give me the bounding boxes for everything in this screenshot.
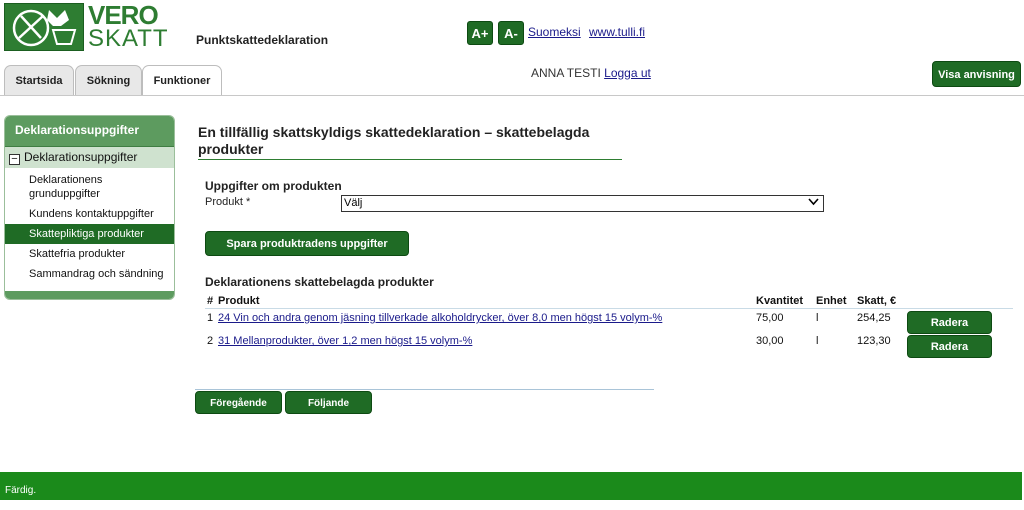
table-header-divider (205, 308, 1013, 309)
col-header-quantity: Kvantitet (756, 295, 804, 307)
col-header-num: # (207, 295, 214, 307)
status-bar: Färdig. (0, 472, 1022, 500)
logo-wordmark: VERO SKATT (88, 0, 169, 52)
row-1-unit: l (816, 312, 819, 324)
logo-emblem-icon (4, 3, 84, 51)
row-1-delete-button[interactable]: Radera (907, 311, 992, 334)
row-2-delete-button[interactable]: Radera (907, 335, 992, 358)
previous-button[interactable]: Föregående (195, 391, 282, 414)
save-product-button[interactable]: Spara produktradens uppgifter (205, 231, 409, 256)
page-title: En tillfällig skattskyldigs skattedeklar… (198, 124, 590, 157)
product-select-value: Välj (344, 197, 363, 209)
col-header-tax: Skatt, € (857, 295, 897, 307)
font-decrease-button[interactable]: A- (498, 21, 524, 45)
sidebar-item-grunduppgifter[interactable]: Deklarationens grunduppgifter (5, 170, 174, 204)
sidebar-item-skattefria[interactable]: Skattefria produkter (5, 244, 174, 264)
chevron-down-icon (808, 196, 819, 212)
row-1-quantity: 75,00 (756, 312, 784, 324)
sidebar-header: Deklarationsuppgifter (5, 116, 174, 147)
logo-line-1: VERO (88, 0, 159, 30)
row-1-product-link[interactable]: 24 Vin och andra genom jäsning tillverka… (218, 312, 662, 324)
nav-divider (195, 389, 654, 390)
sidebar: Deklarationsuppgifter − Deklarationsuppgi… (4, 115, 175, 300)
sidebar-item-skattepliktiga[interactable]: Skattepliktiga produkter (5, 224, 174, 244)
language-link[interactable]: Suomeksi (528, 25, 581, 39)
product-select[interactable]: Välj (341, 195, 824, 212)
section-declared-heading: Deklarationens skattebelagda produkter (205, 275, 434, 289)
user-name: ANNA TESTI (531, 66, 601, 80)
tabs-divider (0, 95, 1024, 96)
customs-link[interactable]: www.tulli.fi (589, 25, 645, 39)
next-button[interactable]: Följande (285, 391, 372, 414)
logo-line-2: SKATT (88, 25, 169, 52)
section-product-heading: Uppgifter om produkten (205, 179, 342, 193)
sidebar-item-kontaktuppgifter[interactable]: Kundens kontaktuppgifter (5, 204, 174, 224)
table-row: 24 Vin och andra genom jäsning tillverka… (218, 312, 662, 324)
tab-sokning[interactable]: Sökning (75, 65, 142, 95)
sidebar-group-label: Deklarationsuppgifter (24, 150, 138, 164)
app-title: Punktskattedeklaration (196, 33, 329, 47)
user-info: ANNA TESTI Logga ut (531, 66, 651, 80)
row-1-num: 1 (207, 312, 214, 324)
row-2-product-link[interactable]: 31 Mellanprodukter, över 1,2 men högst 1… (218, 335, 472, 347)
logo: VERO SKATT (4, 0, 169, 52)
row-2-unit: l (816, 335, 819, 347)
row-2-tax: 123,30 (857, 335, 891, 347)
tab-startsida[interactable]: Startsida (4, 65, 74, 95)
row-2-quantity: 30,00 (756, 335, 784, 347)
row-1-tax: 254,25 (857, 312, 891, 324)
collapse-icon[interactable]: − (9, 154, 20, 165)
tab-funktioner[interactable]: Funktioner (142, 65, 222, 96)
title-underline (198, 159, 622, 160)
sidebar-group[interactable]: − Deklarationsuppgifter (5, 147, 174, 168)
logout-link[interactable]: Logga ut (604, 66, 651, 80)
col-header-product: Produkt (218, 295, 260, 307)
row-2-num: 2 (207, 335, 214, 347)
help-button[interactable]: Visa anvisning (932, 61, 1021, 87)
product-label: Produkt * (205, 196, 251, 208)
table-row: 31 Mellanprodukter, över 1,2 men högst 1… (218, 335, 472, 347)
font-increase-button[interactable]: A+ (467, 21, 493, 45)
col-header-unit: Enhet (816, 295, 847, 307)
sidebar-item-sammandrag[interactable]: Sammandrag och sändning (5, 264, 174, 284)
sidebar-footer (5, 291, 174, 299)
